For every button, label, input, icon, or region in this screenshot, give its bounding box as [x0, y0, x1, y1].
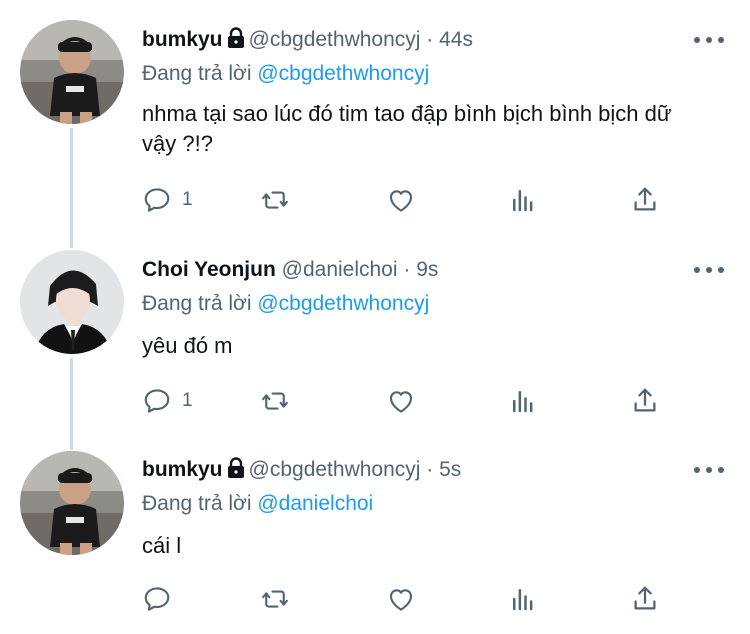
timestamp[interactable]: 5s [439, 458, 461, 481]
analytics-button[interactable] [508, 383, 538, 419]
user-handle[interactable]: @cbgdethwhoncyj [249, 458, 421, 481]
analytics-button[interactable] [508, 581, 538, 617]
more-dots-icon[interactable] [694, 28, 724, 52]
retweet-button[interactable] [260, 182, 290, 218]
bar-chart-icon [513, 391, 533, 413]
replying-prefix: Đang trả lời [142, 492, 252, 515]
timestamp[interactable]: 9s [416, 258, 438, 281]
heart-icon [389, 589, 413, 611]
like-button[interactable] [386, 383, 416, 419]
replying-to: Đang trả lời @danielchoi [142, 490, 373, 518]
mention-link[interactable]: @danielchoi [257, 492, 373, 515]
tweet-text: nhma tại sao lúc đó tim tao đập bình bịc… [142, 101, 672, 156]
action-bar: 1 [142, 182, 672, 218]
more-dots-icon[interactable] [694, 458, 724, 482]
analytics-button[interactable] [508, 182, 538, 218]
action-bar [142, 581, 672, 617]
tweet[interactable]: bumkyu @cbgdethwhoncyj · 44s Đang trả lời… [0, 0, 750, 240]
share-upload-icon [634, 388, 656, 412]
user-handle[interactable]: @danielchoi [282, 258, 398, 281]
reply-count: 1 [182, 189, 193, 210]
share-button[interactable] [630, 182, 660, 218]
avatar[interactable] [20, 20, 124, 124]
display-name[interactable]: bumkyu [142, 458, 223, 481]
tweet-header: bumkyu @cbgdethwhoncyj · 44s [142, 26, 473, 57]
replying-prefix: Đang trả lời [142, 292, 252, 315]
user-handle[interactable]: @cbgdethwhoncyj [249, 28, 421, 51]
retweet-button[interactable] [260, 581, 290, 617]
avatar[interactable] [20, 451, 124, 555]
tweet-header: Choi Yeonjun @danielchoi · 9s [142, 256, 438, 284]
retweet-icon [262, 392, 288, 410]
avatar-photo-icon [20, 250, 124, 354]
share-upload-icon [634, 187, 656, 211]
avatar-photo-icon [20, 451, 124, 555]
mention-link[interactable]: @cbgdethwhoncyj [257, 292, 429, 315]
separator-dot: · [426, 458, 434, 481]
timestamp[interactable]: 44s [439, 28, 473, 51]
like-button[interactable] [386, 182, 416, 218]
separator-dot: · [426, 28, 434, 51]
mention-link[interactable]: @cbgdethwhoncyj [257, 62, 429, 85]
reply-count: 1 [182, 390, 193, 411]
tweet-text: cái l [142, 533, 182, 558]
replying-prefix: Đang trả lời [142, 62, 252, 85]
avatar[interactable] [20, 250, 124, 354]
share-upload-icon [634, 586, 656, 610]
action-bar: 1 [142, 383, 672, 419]
share-button[interactable] [630, 383, 660, 419]
replying-to: Đang trả lời @cbgdethwhoncyj [142, 290, 429, 318]
avatar-photo-icon [20, 20, 124, 124]
tweet-text: yêu đó m [142, 333, 233, 358]
separator-dot: · [403, 258, 411, 281]
speech-bubble-icon [144, 587, 170, 611]
retweet-icon [262, 590, 288, 608]
speech-bubble-icon [144, 389, 170, 413]
reply-button[interactable] [142, 581, 182, 617]
display-name[interactable]: Choi Yeonjun [142, 258, 276, 281]
share-button[interactable] [630, 581, 660, 617]
display-name[interactable]: bumkyu [142, 28, 223, 51]
retweet-icon [262, 191, 288, 209]
more-dots-icon[interactable] [694, 258, 724, 282]
heart-icon [389, 190, 413, 212]
tweet[interactable]: Choi Yeonjun @danielchoi · 9s Đang trả l… [0, 240, 750, 448]
lock-icon [227, 27, 245, 57]
bar-chart-icon [513, 589, 533, 611]
speech-bubble-icon [144, 188, 170, 212]
replying-to: Đang trả lời @cbgdethwhoncyj [142, 60, 429, 88]
tweet[interactable]: bumkyu @cbgdethwhoncyj · 5s Đang trả lời … [0, 440, 750, 634]
like-button[interactable] [386, 581, 416, 617]
retweet-button[interactable] [260, 383, 290, 419]
bar-chart-icon [513, 190, 533, 212]
heart-icon [389, 391, 413, 413]
lock-icon [227, 457, 245, 487]
reply-button[interactable]: 1 [142, 182, 193, 218]
reply-button[interactable]: 1 [142, 383, 193, 419]
tweet-header: bumkyu @cbgdethwhoncyj · 5s [142, 456, 461, 487]
